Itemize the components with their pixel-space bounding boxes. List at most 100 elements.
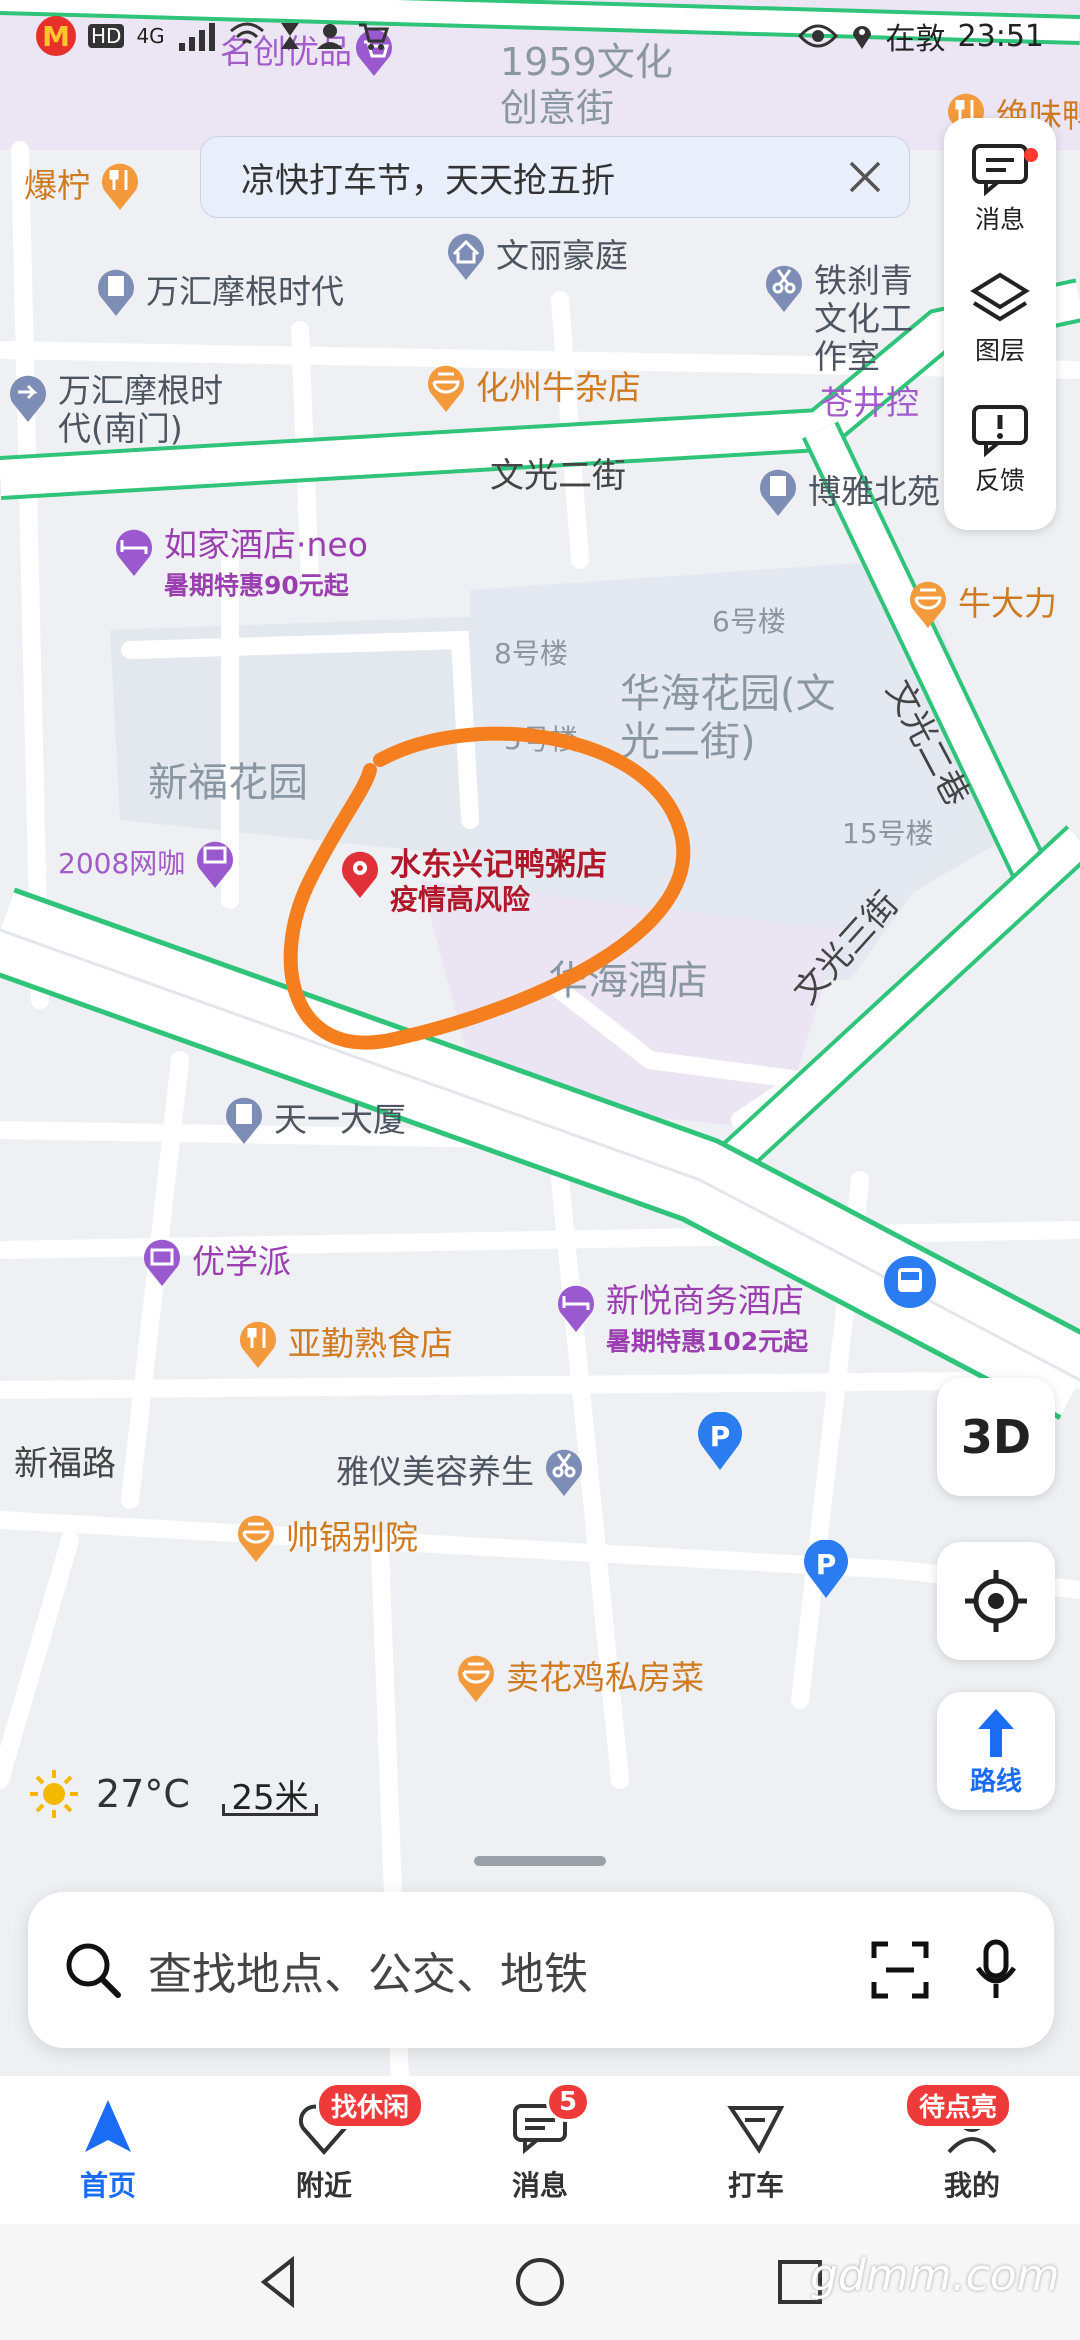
banner-text: 凉快打车节，天天抢五折 <box>241 160 615 201</box>
hd-badge: HD <box>88 24 125 48</box>
poi-marker[interactable]: 爆柠 <box>24 160 150 212</box>
poi-marker[interactable]: 铁刹青文化工作室 <box>762 262 944 376</box>
poi-marker[interactable]: 万汇摩根时代 <box>94 266 344 318</box>
building-label: 15号楼 <box>842 817 934 850</box>
poi-marker[interactable]: 文丽豪庭 <box>444 230 628 282</box>
tab-taxi[interactable]: 打车 <box>648 2076 864 2224</box>
hotel-bed-icon <box>116 529 152 576</box>
poi-marker[interactable]: 卖花鸡私房菜 <box>454 1652 704 1704</box>
navigation-arrow-icon <box>85 2100 131 2152</box>
poi-label: 帅锅别院 <box>286 1518 418 1558</box>
poi-marker[interactable]: 优学派 <box>140 1236 291 1288</box>
hourglass-icon <box>280 23 299 49</box>
scan-icon[interactable] <box>868 1938 932 2002</box>
scissors-icon <box>766 265 802 312</box>
restaurant-icon <box>102 163 138 210</box>
layers-button[interactable]: 图层 <box>944 269 1056 400</box>
poi-label: 化州牛杂店 <box>476 368 641 408</box>
drag-handle[interactable] <box>474 1856 606 1866</box>
map-scale: 25米 <box>222 1770 318 1818</box>
poi-marker[interactable]: 新悦商务酒店 暑期特惠102元起 <box>554 1282 808 1358</box>
account-icon <box>316 24 343 49</box>
poi-label: 爆柠 <box>24 166 90 206</box>
tab-badge: 5 <box>546 2082 591 2122</box>
tab-label: 附近 <box>295 2169 352 2202</box>
locate-button[interactable] <box>937 1542 1055 1660</box>
poi-label: 万汇摩根时代 <box>146 272 344 312</box>
entrance-icon <box>10 375 46 422</box>
mcdonalds-icon: M <box>36 16 76 56</box>
poi-marker[interactable]: 牛大力 <box>906 578 1057 630</box>
tab-badge: 待点亮 <box>904 2082 1013 2129</box>
crosshair-icon <box>965 1570 1027 1632</box>
parking-icon[interactable]: P <box>800 1540 852 1600</box>
poi-label: 卖花鸡私房菜 <box>506 1658 704 1698</box>
poi-marker[interactable]: 帅锅别院 <box>234 1512 418 1564</box>
taxi-flag-icon <box>727 2106 785 2154</box>
feedback-label: 反馈 <box>974 466 1025 496</box>
residence-icon <box>448 233 484 280</box>
poi-marker[interactable]: 雅仪美容养生 <box>336 1446 586 1498</box>
3d-label: 3D <box>960 1410 1032 1464</box>
poi-marker[interactable]: 万汇摩根时代(南门) <box>6 372 248 448</box>
building-icon <box>760 469 796 516</box>
search-icon <box>66 1943 121 1998</box>
search-bar[interactable]: 查找地点、公交、地铁 <box>28 1892 1054 2048</box>
wifi-icon <box>229 22 264 45</box>
messages-button[interactable]: 消息 <box>944 138 1056 269</box>
building-icon <box>98 269 134 316</box>
poi-marker[interactable]: 天一大厦 <box>222 1094 406 1146</box>
tab-badge: 找休闲 <box>316 2082 425 2129</box>
microphone-icon[interactable] <box>972 1938 1020 2002</box>
search-input[interactable]: 查找地点、公交、地铁 <box>148 1938 868 2002</box>
tab-home[interactable]: 首页 <box>0 2076 216 2224</box>
building-icon <box>226 1097 262 1144</box>
status-bar: M HD 4G 在敦 23:51 <box>0 0 1080 72</box>
poi-marker[interactable]: 2008网咖 <box>58 838 245 890</box>
poi-marker[interactable]: 化州牛杂店 <box>424 362 641 414</box>
tab-nearby[interactable]: 找休闲 附近 <box>216 2076 432 2224</box>
poi-label: 如家酒店·neo <box>164 525 368 564</box>
noodle-bowl-icon <box>428 365 464 412</box>
feedback-button[interactable]: 反馈 <box>944 399 1056 530</box>
map-toolbox: 消息 图层 反馈 <box>944 118 1056 530</box>
route-label: 路线 <box>969 1766 1022 1797</box>
temperature: 27°C <box>96 1772 190 1816</box>
eye-icon <box>797 24 838 48</box>
poi-marker[interactable]: 博雅北苑 <box>756 466 940 518</box>
poi-label: 亚勤熟食店 <box>288 1324 453 1364</box>
weather-widget[interactable]: 27°C <box>28 1768 190 1820</box>
messages-label: 消息 <box>974 205 1025 234</box>
hotel-bed-icon <box>558 1285 594 1332</box>
home-icon[interactable] <box>512 2254 568 2310</box>
store-icon <box>144 1239 180 1286</box>
tab-mine[interactable]: 待点亮 我的 <box>864 2076 1080 2224</box>
layers-icon <box>970 272 1030 322</box>
poi-promo: 暑期特惠102元起 <box>606 1326 809 1356</box>
poi-promo: 暑期特惠90元起 <box>164 570 349 600</box>
tab-label: 我的 <box>943 2169 1000 2202</box>
3d-toggle-button[interactable]: 3D <box>937 1378 1055 1496</box>
poi-marker[interactable]: 苍井控 <box>820 384 919 422</box>
clock: 23:51 <box>957 18 1044 54</box>
svg-text:P: P <box>816 1548 837 1581</box>
back-icon[interactable] <box>252 2254 308 2310</box>
cart-icon <box>358 23 389 50</box>
network-type: 4G <box>136 24 165 48</box>
noodle-bowl-icon <box>910 581 946 628</box>
tab-messages[interactable]: 5 消息 <box>432 2076 648 2224</box>
close-icon[interactable] <box>845 157 885 197</box>
computer-icon <box>197 841 234 888</box>
bottom-tab-bar: 首页 找休闲 附近 5 消息 打车 待点亮 我的 <box>0 2076 1080 2224</box>
poi-label: 万汇摩根时代(南门) <box>58 371 223 448</box>
noodle-bowl-icon <box>458 1655 494 1702</box>
promo-banner[interactable]: 凉快打车节，天天抢五折 <box>200 136 910 218</box>
road-label: 新福路 <box>14 1444 116 1484</box>
watermark: gdmm.com <box>810 2250 1060 2301</box>
bus-stop-icon[interactable] <box>882 1254 938 1310</box>
notification-dot <box>1024 148 1038 162</box>
parking-icon[interactable]: P <box>694 1412 746 1472</box>
poi-marker[interactable]: 亚勤熟食店 <box>236 1318 453 1370</box>
poi-marker[interactable]: 如家酒店·neo 暑期特惠90元起 <box>112 526 368 602</box>
route-button[interactable]: 路线 <box>937 1692 1055 1810</box>
